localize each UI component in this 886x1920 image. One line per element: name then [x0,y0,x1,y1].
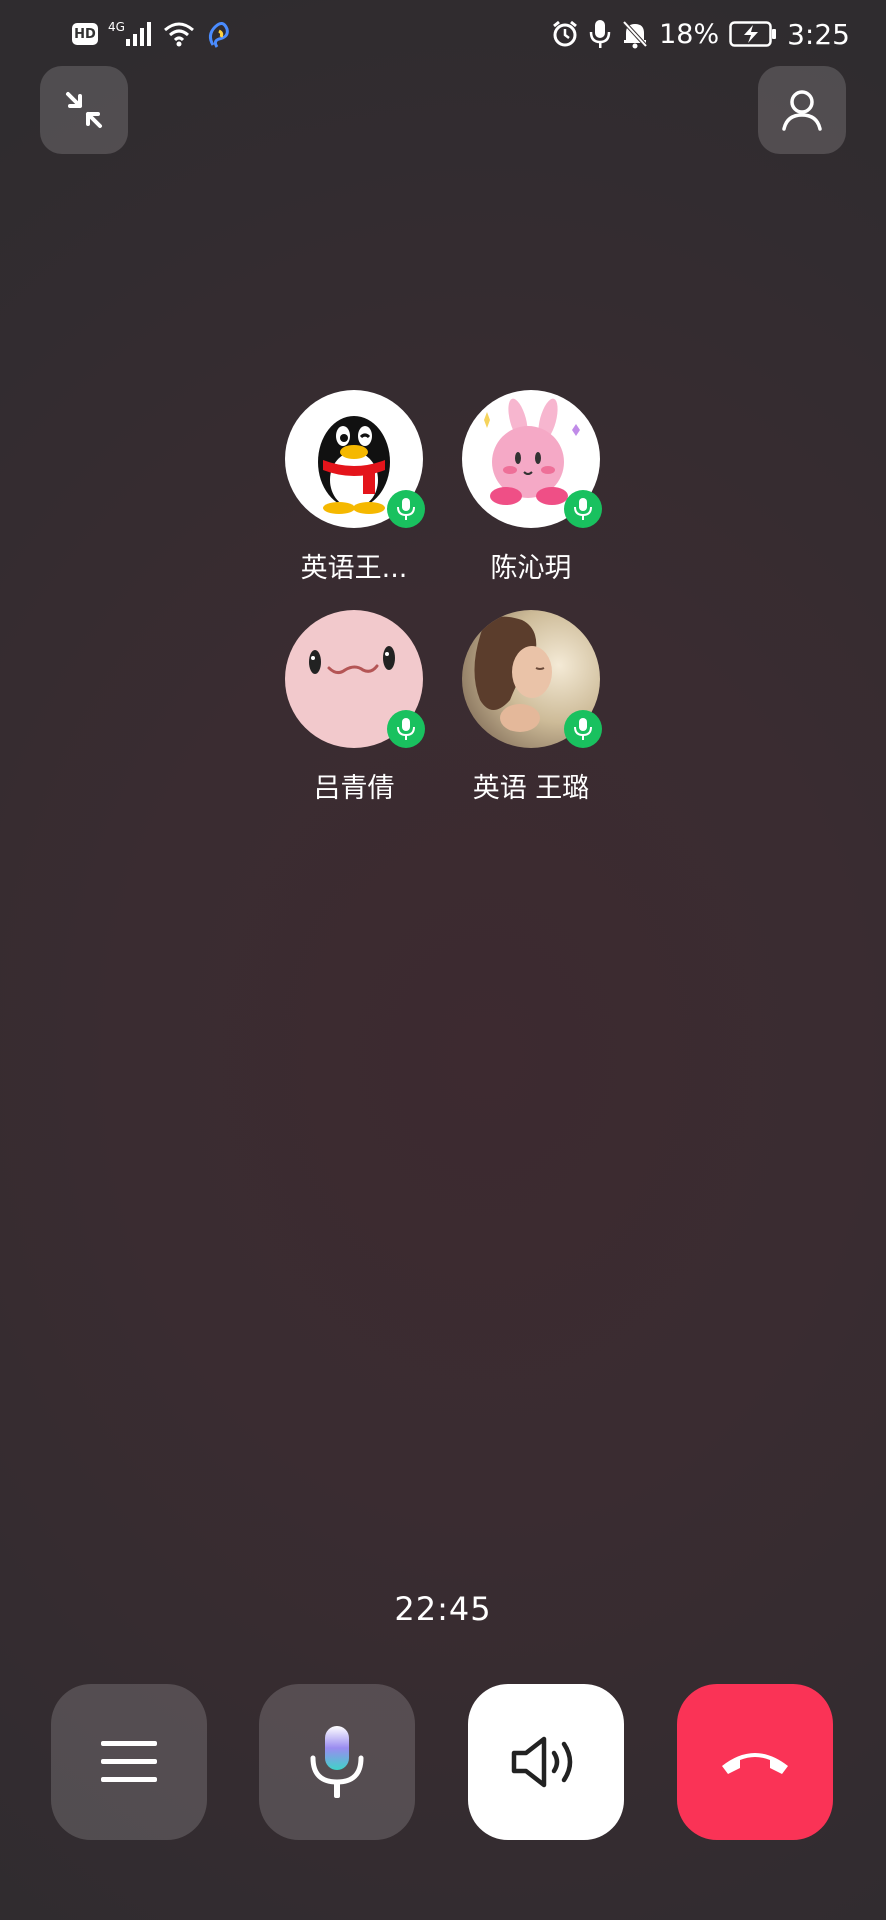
participant-tile[interactable]: 英语 王璐 [441,610,621,805]
call-duration: 22:45 [394,1590,492,1628]
cellular-signal-icon [125,21,153,47]
battery-percent: 18% [659,18,720,50]
participant-name: 吕青倩 [313,773,395,804]
participant-tile[interactable]: 陈沁玥 [441,390,621,585]
menu-icon [99,1737,159,1787]
avatar [285,610,425,748]
person-icon [779,87,825,133]
participant-tile[interactable]: 吕青倩 [264,610,444,805]
clock: 3:25 [787,17,850,51]
notifications-muted-icon [621,19,649,49]
wifi-icon [163,21,195,47]
microphone-button[interactable] [259,1684,415,1840]
hang-up-button[interactable] [677,1684,833,1840]
minimize-arrows-icon [64,90,104,130]
avatar [285,390,425,528]
participant-name: 英语 王璐 [472,773,590,804]
assistant-app-icon [205,19,231,49]
avatar [462,610,602,748]
mic-on-icon [564,490,602,528]
participant-tile[interactable]: 英语王... [264,390,444,585]
battery-charging-icon [729,21,777,47]
participant-name: 陈沁玥 [490,553,572,584]
mic-on-icon [387,710,425,748]
microphone-icon [307,1724,367,1800]
speaker-button[interactable] [468,1684,624,1840]
minimize-call-button[interactable] [40,66,128,154]
avatar [462,390,602,528]
mic-on-icon [387,490,425,528]
alarm-icon [551,20,579,48]
menu-button[interactable] [51,1684,207,1840]
microphone-status-icon [589,19,611,49]
status-bar: HD 4G 18% 3:25 [0,0,886,66]
mic-on-icon [564,710,602,748]
hd-badge: HD [72,23,98,45]
add-participant-button[interactable] [758,66,846,154]
network-label: 4G [108,20,125,34]
speaker-icon [510,1734,582,1790]
participant-name: 英语王... [300,553,408,584]
hangup-icon [718,1746,792,1778]
